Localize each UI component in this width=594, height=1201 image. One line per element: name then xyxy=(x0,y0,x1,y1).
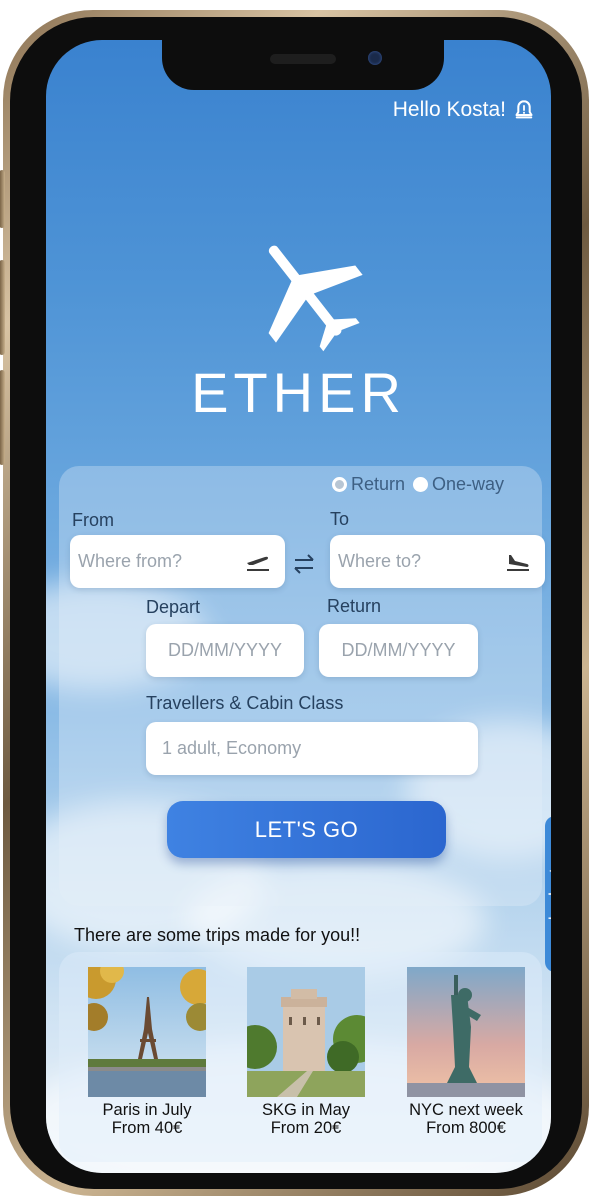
trip-image-nyc xyxy=(407,967,525,1097)
from-placeholder: Where from? xyxy=(78,551,183,571)
trips-title: There are some trips made for you!! xyxy=(74,925,361,945)
one-way-radio[interactable]: One-way xyxy=(413,474,504,495)
volume-down-button xyxy=(0,370,5,465)
return-radio-label: Return xyxy=(351,474,406,494)
trip-card-nyc[interactable]: NYC next week From 800€ xyxy=(407,967,525,1137)
trip-card-paris[interactable]: Paris in July From 40€ xyxy=(88,967,206,1137)
arrival-plane-icon xyxy=(507,554,529,571)
app-screen: Hello Kosta! ETHER Return One-way From T… xyxy=(46,40,551,1173)
return-label: Return xyxy=(327,596,382,616)
trip-name-nyc: NYC next week xyxy=(409,1101,523,1119)
swap-icon[interactable] xyxy=(291,552,317,576)
greeting-text: Hello Kosta! xyxy=(392,98,506,121)
from-input[interactable]: Where from? xyxy=(70,535,285,588)
depart-label: Depart xyxy=(146,597,201,617)
travellers-input[interactable]: 1 adult, Economy xyxy=(146,722,478,775)
budget-tab[interactable]: budget xyxy=(545,816,551,972)
to-placeholder: Where to? xyxy=(338,551,422,571)
trip-price-skg: From 20€ xyxy=(270,1119,342,1137)
lets-go-button[interactable]: LET'S GO xyxy=(167,801,446,858)
trip-card-skg[interactable]: SKG in May From 20€ xyxy=(247,967,365,1137)
notch xyxy=(162,40,444,90)
return-date-placeholder: DD/MM/YYYY xyxy=(341,640,456,660)
depart-date-input[interactable]: DD/MM/YYYY xyxy=(146,624,304,677)
return-date-input[interactable]: DD/MM/YYYY xyxy=(319,624,478,677)
brand-name: ETHER xyxy=(191,361,406,424)
return-radio[interactable]: Return xyxy=(332,474,405,495)
one-way-radio-label: One-way xyxy=(432,474,505,494)
greeting: Hello Kosta! xyxy=(393,98,535,122)
trip-price-paris: From 40€ xyxy=(111,1119,183,1137)
front-camera xyxy=(368,51,382,65)
mute-switch xyxy=(0,170,5,228)
trip-price-nyc: From 800€ xyxy=(426,1119,506,1137)
depart-date-placeholder: DD/MM/YYYY xyxy=(167,640,282,660)
departure-plane-icon xyxy=(247,556,269,571)
trip-image-paris xyxy=(88,967,206,1097)
trip-name-paris: Paris in July xyxy=(102,1101,192,1119)
radio-unselected-icon xyxy=(413,477,429,492)
trip-type-toggle: Return One-way xyxy=(332,474,504,495)
travellers-value: 1 adult, Economy xyxy=(162,738,302,758)
airplane-icon xyxy=(268,245,363,352)
volume-up-button xyxy=(0,260,5,355)
bell-alert-icon[interactable] xyxy=(513,99,535,121)
radio-selected-icon xyxy=(332,477,347,492)
speaker-grille xyxy=(270,54,336,64)
travellers-label: Travellers & Cabin Class xyxy=(146,693,344,713)
from-label: From xyxy=(72,510,114,530)
trip-name-skg: SKG in May xyxy=(261,1101,351,1119)
trip-image-skg xyxy=(247,967,365,1097)
to-input[interactable]: Where to? xyxy=(330,535,545,588)
to-label: To xyxy=(330,509,350,529)
budget-tab-label: budget xyxy=(547,868,551,920)
